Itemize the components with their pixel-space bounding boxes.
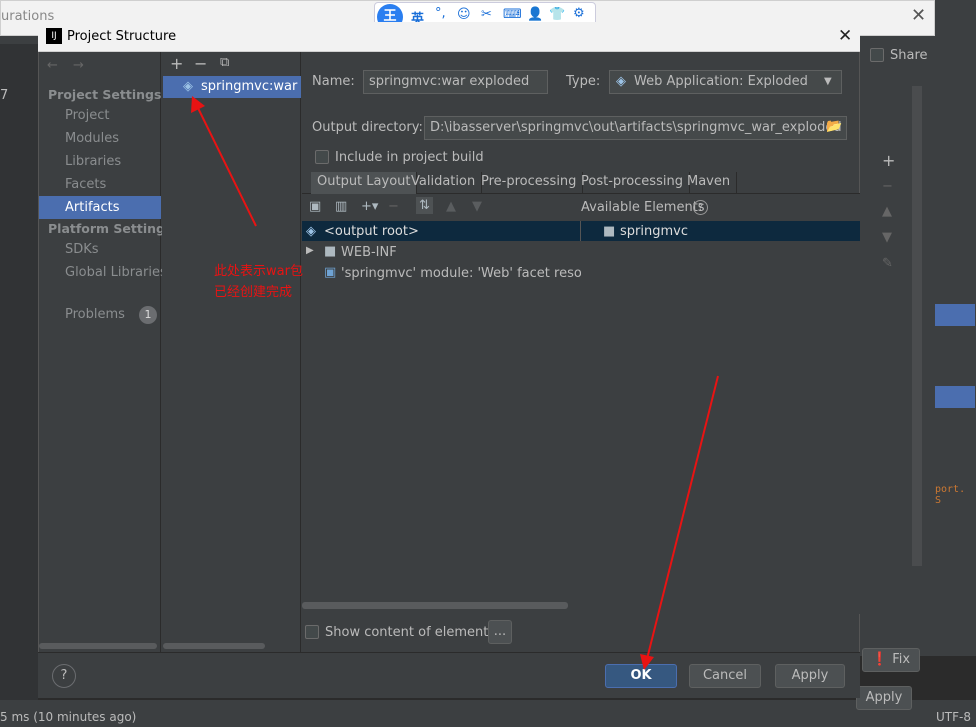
arrow-to-artifact — [196, 105, 257, 227]
annotation-line-2: 已经创建完成 — [214, 285, 293, 300]
annotation-arrows — [191, 96, 719, 670]
arrow-head-ok — [640, 654, 654, 670]
arrow-to-ok — [646, 375, 719, 660]
arrow-head-artifact — [191, 96, 205, 113]
annotation-line-1: 此处表示war包 — [214, 264, 303, 279]
